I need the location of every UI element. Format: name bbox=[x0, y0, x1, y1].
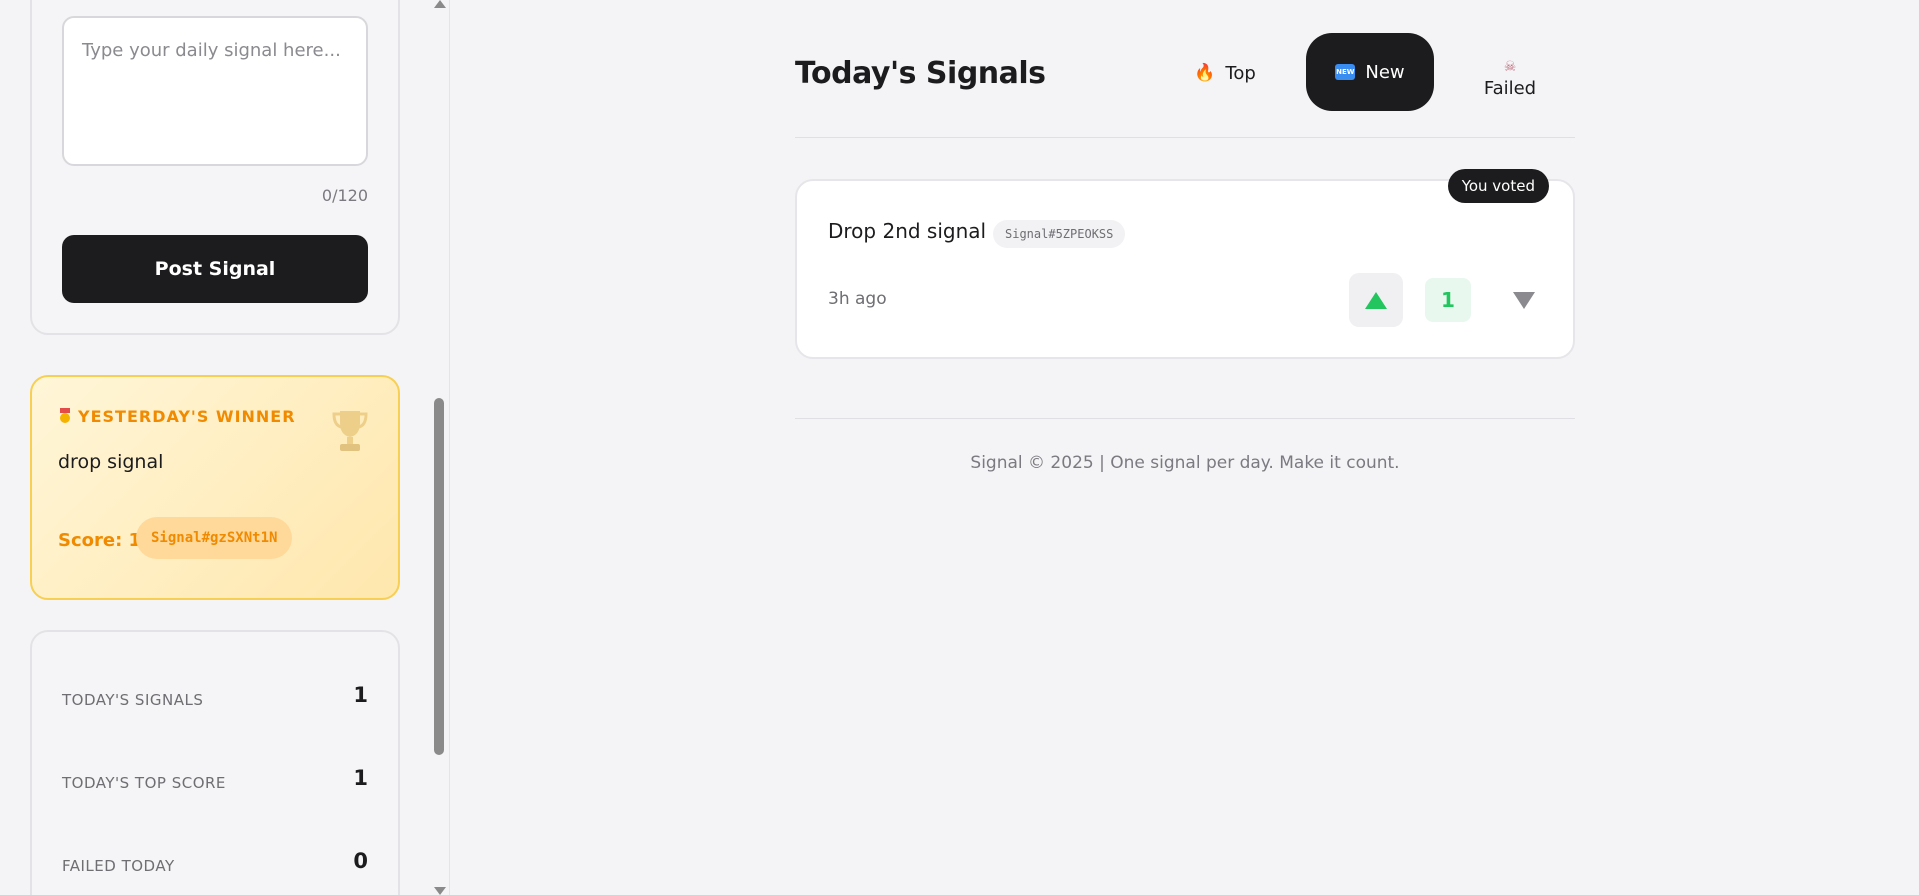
tab-label: Failed bbox=[1483, 78, 1537, 99]
upvote-arrow-icon[interactable] bbox=[1349, 273, 1403, 327]
post-signal-button[interactable]: Post Signal bbox=[62, 235, 368, 303]
winner-score: Score: 1 bbox=[58, 530, 142, 551]
tab-label: Top bbox=[1225, 62, 1256, 84]
stat-value: 1 bbox=[353, 683, 368, 707]
trophy-icon bbox=[332, 411, 368, 451]
scroll-up-arrow-icon[interactable] bbox=[434, 0, 446, 8]
tab-failed[interactable]: ☠ Failed bbox=[1455, 40, 1565, 118]
header-divider bbox=[795, 137, 1575, 138]
stat-row-top-score: TODAY'S TOP SCORE 1 bbox=[62, 762, 368, 792]
medal-icon bbox=[60, 408, 70, 423]
signal-text: Drop 2nd signal bbox=[828, 219, 987, 243]
winner-badge: YESTERDAY'S WINNER bbox=[58, 407, 296, 426]
scroll-down-arrow-icon[interactable] bbox=[434, 887, 446, 895]
downvote-arrow-icon[interactable] bbox=[1497, 273, 1551, 327]
sidebar: 0/120 Post Signal YESTERDAY'S WINNER dro… bbox=[0, 0, 450, 895]
tab-label: New bbox=[1365, 61, 1405, 83]
winner-signal-id: Signal#gzSXNt1N bbox=[136, 517, 293, 559]
tab-new[interactable]: NEW New bbox=[1306, 33, 1434, 111]
yesterdays-winner-card: YESTERDAY'S WINNER drop signal Score: 1 … bbox=[30, 375, 400, 600]
vote-score: 1 bbox=[1425, 278, 1471, 322]
scroll-thumb[interactable] bbox=[434, 398, 444, 755]
stat-label: FAILED TODAY bbox=[62, 857, 175, 875]
winner-badge-label: YESTERDAY'S WINNER bbox=[78, 407, 296, 426]
stat-label: TODAY'S SIGNALS bbox=[62, 691, 204, 709]
stat-value: 1 bbox=[353, 766, 368, 790]
stats-card: TODAY'S SIGNALS 1 TODAY'S TOP SCORE 1 FA… bbox=[30, 630, 400, 895]
stat-row-failed-today: FAILED TODAY 0 bbox=[62, 845, 368, 875]
main-content: Today's Signals 🔥 Top NEW New ☠ Failed Y… bbox=[795, 0, 1575, 895]
signal-card: You voted Drop 2nd signal Signal#5ZPEOKS… bbox=[795, 169, 1575, 359]
skull-icon: ☠ bbox=[1503, 59, 1517, 75]
page-title: Today's Signals bbox=[795, 56, 1046, 91]
stat-label: TODAY'S TOP SCORE bbox=[62, 774, 226, 792]
voted-badge: You voted bbox=[1447, 169, 1549, 203]
new-icon: NEW bbox=[1335, 64, 1356, 80]
footer-text: Signal © 2025 | One signal per day. Make… bbox=[970, 453, 1400, 473]
post-signal-card: 0/120 Post Signal bbox=[30, 0, 400, 335]
footer-divider bbox=[795, 418, 1575, 419]
signal-timestamp: 3h ago bbox=[828, 289, 887, 309]
signal-input[interactable] bbox=[62, 16, 368, 166]
tab-top[interactable]: 🔥 Top bbox=[1170, 34, 1280, 112]
stat-row-todays-signals: TODAY'S SIGNALS 1 bbox=[62, 679, 368, 709]
winner-signal-text: drop signal bbox=[58, 451, 164, 473]
sidebar-scrollbar[interactable] bbox=[432, 0, 446, 895]
stat-value: 0 bbox=[353, 849, 368, 873]
signal-id-badge: Signal#5ZPEOKSS bbox=[993, 220, 1126, 248]
fire-icon: 🔥 bbox=[1194, 63, 1216, 83]
char-counter: 0/120 bbox=[321, 186, 368, 205]
